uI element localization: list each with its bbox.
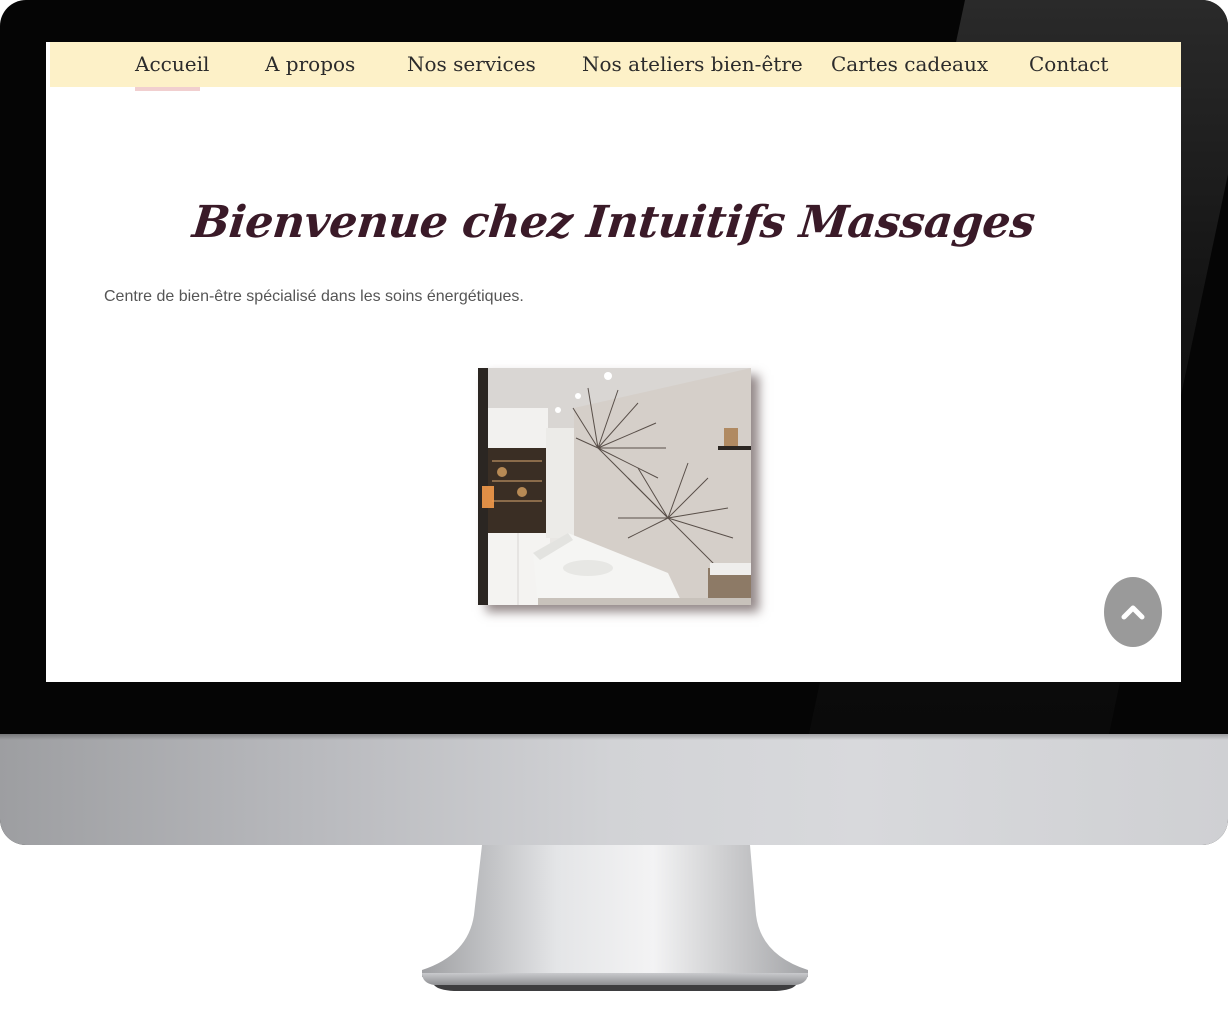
- scroll-to-top-button[interactable]: [1104, 577, 1162, 647]
- nav-item-contact[interactable]: Contact: [1029, 48, 1108, 80]
- intro-text: Centre de bien-être spécialisé dans les …: [104, 288, 524, 305]
- chevron-up-icon: [1121, 605, 1145, 620]
- nav-item-cartes-cadeaux[interactable]: Cartes cadeaux: [831, 48, 988, 80]
- massage-room-photo: [478, 368, 751, 605]
- main-navigation: Accueil A propos Nos services Nos atelie…: [50, 42, 1181, 87]
- nav-item-a-propos[interactable]: A propos: [265, 48, 355, 80]
- nav-item-nos-ateliers[interactable]: Nos ateliers bien-être: [582, 48, 803, 80]
- page-title: Bienvenue chez Intuitifs Massages: [189, 197, 1038, 249]
- nav-item-accueil[interactable]: Accueil: [135, 48, 209, 80]
- active-nav-indicator: [135, 87, 200, 91]
- browser-viewport: Accueil A propos Nos services Nos atelie…: [46, 42, 1181, 682]
- monitor-frame: Accueil A propos Nos services Nos atelie…: [0, 0, 1228, 845]
- monitor-stand: [416, 845, 814, 995]
- monitor-chin-shadow: [0, 734, 1228, 740]
- monitor-chin: [0, 734, 1228, 845]
- nav-item-nos-services[interactable]: Nos services: [407, 48, 536, 80]
